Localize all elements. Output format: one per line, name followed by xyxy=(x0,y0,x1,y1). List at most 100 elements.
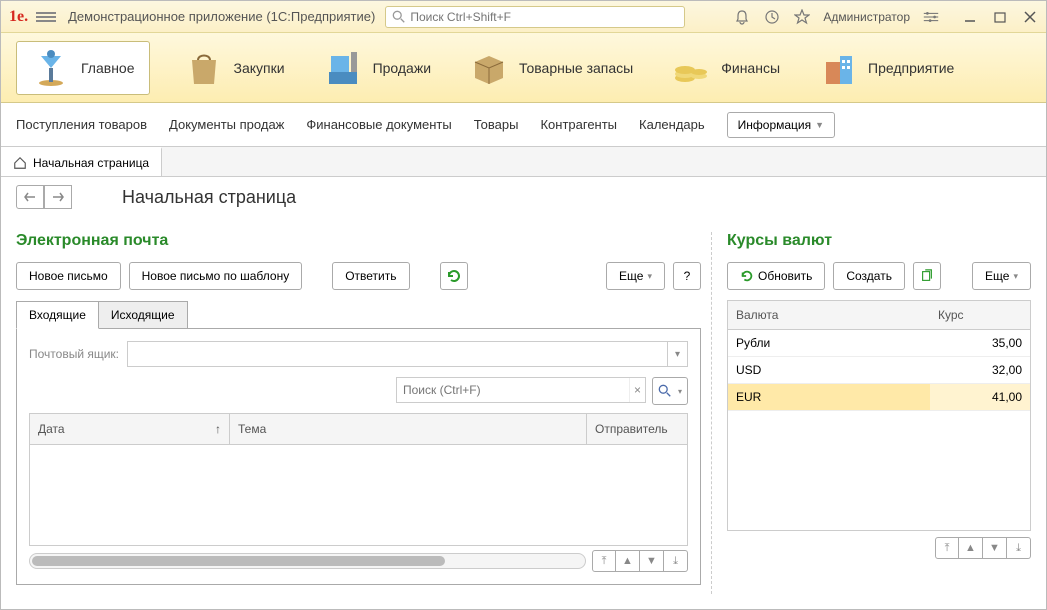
table-row[interactable]: EUR 41,00 xyxy=(728,384,1030,411)
subnav-sales-docs[interactable]: Документы продаж xyxy=(169,117,284,132)
currency-cell: Рубли xyxy=(728,330,930,356)
star-icon[interactable] xyxy=(793,8,811,26)
inbox-tab[interactable]: Входящие xyxy=(16,301,99,329)
information-button[interactable]: Информация ▼ xyxy=(727,112,835,138)
column-date[interactable]: Дата↑ xyxy=(30,414,230,444)
mailbox-label: Почтовый ящик: xyxy=(29,347,119,361)
column-currency[interactable]: Валюта xyxy=(728,301,930,329)
more-button[interactable]: Еще ▾ xyxy=(606,262,665,290)
nav-first-button[interactable]: ⤒ xyxy=(935,537,959,559)
tab-label: Начальная страница xyxy=(33,156,149,170)
horizontal-scrollbar[interactable] xyxy=(29,553,586,569)
mail-table-body[interactable] xyxy=(30,445,687,545)
mail-tabs: Входящие Исходящие xyxy=(16,300,701,328)
home-icon xyxy=(13,156,27,170)
copy-button[interactable] xyxy=(913,262,941,290)
box-icon xyxy=(469,48,509,88)
column-date-label: Дата xyxy=(38,422,65,436)
email-header: Электронная почта xyxy=(16,232,701,250)
subnav-counterparties[interactable]: Контрагенты xyxy=(540,117,617,132)
rate-cell: 35,00 xyxy=(930,330,1030,356)
nav-purchases[interactable]: Закупки xyxy=(180,44,289,92)
table-row[interactable]: USD 32,00 xyxy=(728,357,1030,384)
nav-label: Предприятие xyxy=(868,60,954,76)
global-search-input[interactable] xyxy=(410,10,678,24)
history-icon[interactable] xyxy=(763,8,781,26)
create-button[interactable]: Создать xyxy=(833,262,905,290)
tab-home[interactable]: Начальная страница xyxy=(1,147,162,176)
outbox-tab[interactable]: Исходящие xyxy=(99,301,188,329)
column-subject[interactable]: Тема xyxy=(230,414,587,444)
subnav-goods[interactable]: Товары xyxy=(474,117,519,132)
mailbox-input[interactable] xyxy=(128,342,667,366)
currency-table-body[interactable]: Рубли 35,00 USD 32,00 EUR 41,00 xyxy=(728,330,1030,530)
rates-header: Курсы валют xyxy=(727,232,1031,250)
cash-register-icon xyxy=(323,48,363,88)
nav-main[interactable]: Главное xyxy=(16,41,150,95)
nav-sales[interactable]: Продажи xyxy=(319,44,435,92)
content: Электронная почта Новое письмо Новое пис… xyxy=(1,217,1046,609)
chevron-down-icon: ▼ xyxy=(815,120,824,130)
rate-cell: 32,00 xyxy=(930,357,1030,383)
new-email-template-button[interactable]: Новое письмо по шаблону xyxy=(129,262,303,290)
subnav-calendar[interactable]: Календарь xyxy=(639,117,705,132)
subnav-receipts[interactable]: Поступления товаров xyxy=(16,117,147,132)
page-title: Начальная страница xyxy=(122,187,296,208)
nav-last-button[interactable]: ⤓ xyxy=(664,550,688,572)
clear-icon[interactable]: × xyxy=(629,378,645,402)
currency-cell: USD xyxy=(728,357,930,383)
rates-more-button[interactable]: Еще ▾ xyxy=(972,262,1031,290)
main-nav: Главное Закупки Продажи Товарные запасы … xyxy=(1,33,1046,103)
chevron-down-icon: ▾ xyxy=(647,271,652,282)
new-email-button[interactable]: Новое письмо xyxy=(16,262,121,290)
forward-button[interactable] xyxy=(44,185,72,209)
column-rate[interactable]: Курс xyxy=(930,301,1030,329)
hamburger-menu-icon[interactable] xyxy=(36,10,56,24)
mail-table-header: Дата↑ Тема Отправитель xyxy=(30,414,687,445)
table-row[interactable]: Рубли 35,00 xyxy=(728,330,1030,357)
global-search[interactable] xyxy=(385,6,685,28)
nav-label: Закупки xyxy=(234,60,285,76)
help-button[interactable]: ? xyxy=(673,262,701,290)
back-button[interactable] xyxy=(16,185,44,209)
page-nav-row: Начальная страница xyxy=(1,177,1046,217)
nav-up-button[interactable]: ▲ xyxy=(616,550,640,572)
refresh-label: Обновить xyxy=(758,269,812,283)
refresh-icon xyxy=(740,269,754,283)
bell-icon[interactable] xyxy=(733,8,751,26)
mailbox-select[interactable]: ▾ xyxy=(127,341,688,367)
nav-inventory[interactable]: Товарные запасы xyxy=(465,44,637,92)
more-label: Еще xyxy=(985,269,1009,283)
more-label: Еще xyxy=(619,269,643,283)
email-panel: Электронная почта Новое письмо Новое пис… xyxy=(16,232,701,594)
minimize-button[interactable] xyxy=(962,9,978,25)
rates-refresh-button[interactable]: Обновить xyxy=(727,262,825,290)
nav-up-button[interactable]: ▲ xyxy=(959,537,983,559)
nav-last-button[interactable]: ⤓ xyxy=(1007,537,1031,559)
close-button[interactable] xyxy=(1022,9,1038,25)
copy-icon xyxy=(920,269,934,283)
settings-icon[interactable] xyxy=(922,8,940,26)
search-icon xyxy=(658,384,672,398)
subnav-finance-docs[interactable]: Финансовые документы xyxy=(306,117,451,132)
building-icon xyxy=(818,48,858,88)
reply-button[interactable]: Ответить xyxy=(332,262,409,290)
tabs-bar: Начальная страница xyxy=(1,147,1046,177)
nav-label: Товарные запасы xyxy=(519,60,633,76)
chevron-down-icon[interactable]: ▾ xyxy=(667,342,687,366)
arrow-right-icon xyxy=(51,192,65,202)
search-button[interactable]: ▾ xyxy=(652,377,688,405)
column-sender[interactable]: Отправитель xyxy=(587,414,687,444)
mail-search[interactable]: × xyxy=(396,377,646,403)
nav-enterprise[interactable]: Предприятие xyxy=(814,44,958,92)
user-label[interactable]: Администратор xyxy=(823,10,910,24)
logo-1c: 1e. xyxy=(9,8,28,26)
maximize-button[interactable] xyxy=(992,9,1008,25)
nav-finance[interactable]: Финансы xyxy=(667,44,784,92)
mail-search-input[interactable] xyxy=(397,383,629,397)
refresh-button[interactable] xyxy=(440,262,468,290)
nav-down-button[interactable]: ▼ xyxy=(983,537,1007,559)
nav-down-button[interactable]: ▼ xyxy=(640,550,664,572)
chevron-down-icon: ▾ xyxy=(678,387,682,396)
nav-first-button[interactable]: ⤒ xyxy=(592,550,616,572)
